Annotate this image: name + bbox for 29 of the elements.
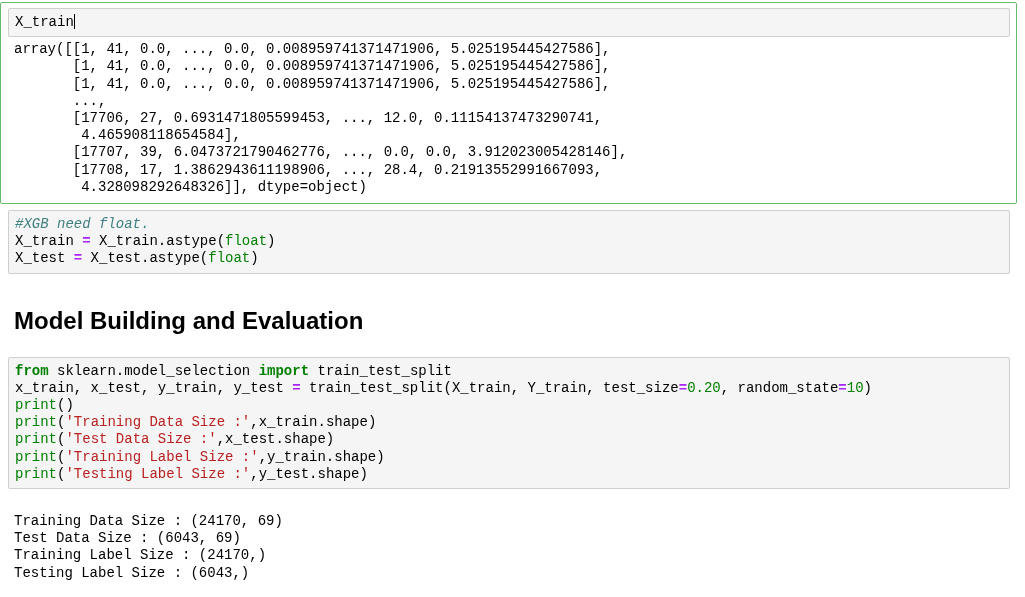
code-line: print('Training Data Size :',x_train.shape) — [15, 414, 377, 432]
output-line: [17708, 17, 1.3862943611198906, ..., 28.4, 0.21913552991667093, — [71, 161, 603, 179]
output-line: [1, 41, 0.0, ..., 0.0, 0.008959741371471906, 5.025195445427586], — [71, 58, 611, 76]
output-line: [17707, 39, 6.0473721790462776, ..., 0.0, 0.0, 3.912023005428146], — [71, 144, 628, 162]
output-line: Test Data Size : (6043, 69) — [14, 530, 241, 548]
code-line: print('Training Label Size :',y_train.shape) — [15, 448, 385, 466]
output-line: Testing Label Size : (6043,) — [14, 564, 250, 582]
section-heading: Model Building and Evaluation — [13, 305, 364, 336]
code-line: x_train, x_test, y_train, y_test = train_test_split(X_train, Y_train, test_size=0.20, random_state=10) — [15, 379, 872, 398]
output-line: Training Label Size : (24170,) — [14, 547, 267, 565]
code-line: X_test = X_test.astype(float) — [15, 250, 259, 268]
code-line: from sklearn.model_selection import train_test_split — [15, 362, 452, 380]
output-line: array([[1, 41, 0.0, ..., 0.0, 0.008959741371471906, 5.025195445427586], — [14, 41, 611, 59]
code-line: print() — [15, 397, 74, 415]
code-line: X_train = X_train.astype(float) — [15, 233, 276, 251]
code-input-area[interactable]: X_train — [8, 8, 1010, 38]
code-line: #XGB need float. — [15, 216, 150, 234]
code-line: X_train — [15, 14, 75, 32]
code-input-area[interactable] — [8, 356, 1010, 490]
code-line: print('Testing Label Size :',y_test.shape) — [15, 465, 368, 484]
output-line: 4.328098292648326]], dtype=object) — [80, 178, 367, 197]
output-line: [1, 41, 0.0, ..., 0.0, 0.008959741371471906, 5.025195445427586], — [71, 75, 611, 93]
notebook-cell[interactable] — [0, 2, 1017, 205]
output-line: ..., — [71, 92, 107, 110]
output-line: 4.465908118654584], — [80, 127, 241, 145]
notebook-cell[interactable]: Model Building and Evaluation — [0, 275, 1017, 351]
output-line: [17706, 27, 0.6931471805599453, ..., 12.0, 0.11154137473290741, — [71, 110, 603, 128]
output-line: Training Data Size : (24170, 69) — [14, 513, 283, 531]
code-line: print('Test Data Size :',x_test.shape) — [15, 431, 335, 449]
